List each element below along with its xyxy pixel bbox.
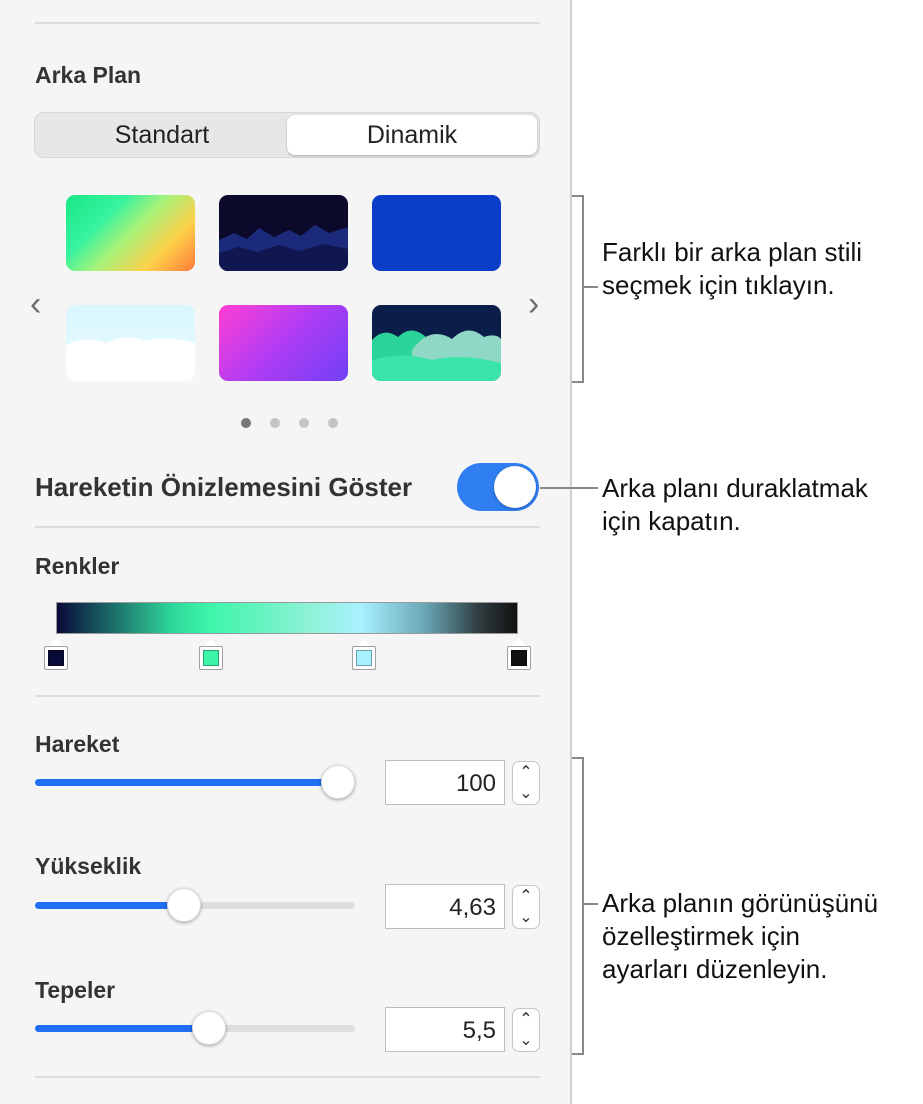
light-clouds-art — [66, 337, 195, 381]
chevron-up-icon[interactable]: ⌃ — [513, 1009, 539, 1030]
slider-knob[interactable] — [321, 765, 355, 799]
page-dot[interactable] — [270, 418, 280, 428]
teal-clouds-art — [372, 330, 501, 381]
divider-after-colors — [35, 695, 540, 697]
format-sidebar: Arka Plan Standart Dinamik ‹ › Hareketin… — [0, 0, 572, 1104]
colors-section-title: Renkler — [35, 553, 120, 579]
callout-line: ayarları düzenleyin. — [602, 954, 828, 984]
callout-line: Arka planın görünüşünü — [602, 888, 879, 918]
color-stop-swatch — [356, 650, 372, 666]
motion-value-field[interactable]: 100 — [385, 760, 505, 805]
style-callout-leader — [584, 286, 598, 288]
color-stop-4[interactable] — [507, 638, 531, 670]
height-stepper[interactable]: ⌃ ⌄ — [512, 885, 540, 929]
color-stop-3[interactable] — [352, 638, 376, 670]
motion-preview-toggle[interactable] — [457, 463, 539, 511]
callout-line: için kapatın. — [602, 506, 741, 536]
background-section-title: Arka Plan — [35, 62, 142, 88]
callout-line: Arka planı duraklatmak — [602, 473, 868, 503]
color-stop-2[interactable] — [199, 638, 223, 670]
color-stop-1[interactable] — [44, 638, 68, 670]
callout-line: özelleştirmek için — [602, 921, 800, 951]
chevron-down-icon[interactable]: ⌄ — [513, 783, 539, 804]
color-stop-swatch — [48, 650, 64, 666]
motion-preview-label: Hareketin Önizlemesini Göster — [35, 472, 413, 502]
thumbnail-purple-pink-gradient[interactable] — [219, 305, 348, 381]
color-stop-swatch — [203, 650, 219, 666]
peaks-stepper[interactable]: ⌃ ⌄ — [512, 1008, 540, 1052]
chevron-right-icon[interactable]: › — [528, 285, 539, 324]
slider-fill — [35, 902, 184, 909]
height-slider-label: Yükseklik — [35, 853, 142, 879]
thumbnail-rainbow-gradient[interactable] — [66, 195, 195, 271]
toggle-knob — [494, 466, 536, 508]
color-stop-swatch — [511, 650, 527, 666]
motion-stepper[interactable]: ⌃ ⌄ — [512, 761, 540, 805]
customize-callout: Arka planın görünüşünü özelleştirmek içi… — [602, 887, 878, 986]
segment-standard[interactable]: Standart — [37, 115, 287, 155]
segment-dynamic[interactable]: Dinamik — [287, 115, 537, 155]
callout-line: Farklı bir arka plan stili — [602, 237, 863, 267]
pause-callout: Arka planı duraklatmak için kapatın. — [602, 472, 868, 538]
page-dot[interactable] — [241, 418, 251, 428]
thumbnail-solid-blue[interactable] — [372, 195, 501, 271]
page-dot[interactable] — [328, 418, 338, 428]
thumbnail-teal-clouds[interactable] — [372, 305, 501, 381]
height-value-field[interactable]: 4,63 — [385, 884, 505, 929]
peaks-value-field[interactable]: 5,5 — [385, 1007, 505, 1052]
chevron-left-icon[interactable]: ‹ — [30, 285, 41, 324]
color-gradient-bar[interactable] — [56, 602, 518, 634]
page-dot[interactable] — [299, 418, 309, 428]
slider-knob[interactable] — [192, 1011, 227, 1045]
top-divider — [35, 22, 540, 24]
style-callout-bracket — [572, 195, 584, 383]
dark-mountains-art — [219, 225, 348, 271]
pause-callout-leader — [540, 487, 598, 489]
slider-fill — [35, 779, 338, 786]
height-slider[interactable] — [35, 888, 355, 922]
customize-callout-leader — [584, 903, 598, 905]
chevron-up-icon[interactable]: ⌃ — [513, 886, 539, 907]
chevron-down-icon[interactable]: ⌄ — [513, 1030, 539, 1051]
customize-callout-bracket — [572, 757, 584, 1055]
divider-after-toggle — [35, 526, 540, 528]
bottom-divider — [35, 1076, 540, 1078]
motion-slider[interactable] — [35, 765, 355, 799]
motion-slider-label: Hareket — [35, 731, 120, 757]
background-type-segmented-control: Standart Dinamik — [34, 112, 540, 158]
thumbnail-dark-mountains[interactable] — [219, 195, 348, 271]
slider-fill — [35, 1025, 210, 1032]
callout-line: seçmek için tıklayın. — [602, 270, 835, 300]
chevron-up-icon[interactable]: ⌃ — [513, 762, 539, 783]
chevron-down-icon[interactable]: ⌄ — [513, 907, 539, 928]
thumbnail-light-clouds[interactable] — [66, 305, 195, 381]
peaks-slider-label: Tepeler — [35, 977, 116, 1003]
slider-knob[interactable] — [166, 888, 201, 922]
peaks-slider[interactable] — [35, 1011, 355, 1045]
style-callout: Farklı bir arka plan stili seçmek için t… — [602, 236, 862, 302]
